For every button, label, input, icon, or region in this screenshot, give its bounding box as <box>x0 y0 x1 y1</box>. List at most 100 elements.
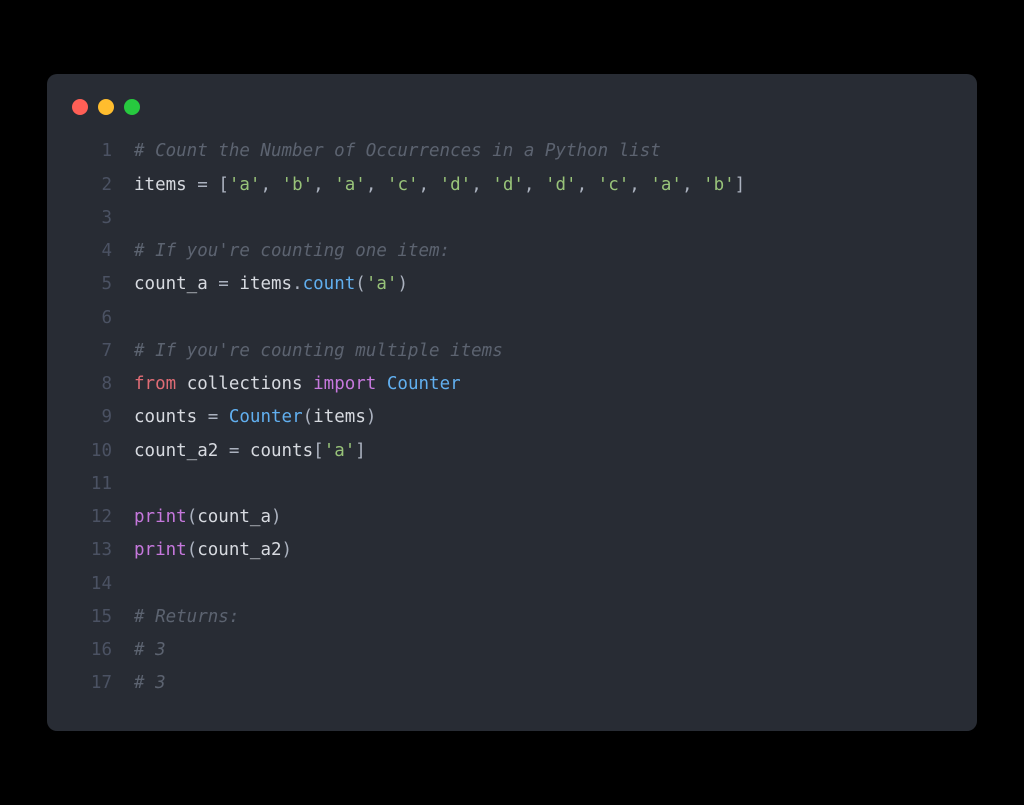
code-content[interactable]: count_a2 = counts['a'] <box>134 435 366 468</box>
token: 'b' <box>703 175 735 195</box>
token: [ <box>218 175 229 195</box>
token: count_a <box>134 274 218 294</box>
code-content[interactable]: # If you're counting one item: <box>134 235 450 268</box>
line-number: 11 <box>72 468 112 501</box>
token: 'a' <box>334 175 366 195</box>
token: 'd' <box>492 175 524 195</box>
token: 'a' <box>650 175 682 195</box>
token: = <box>218 274 229 294</box>
code-line[interactable]: 16 # 3 <box>72 634 952 667</box>
code-line[interactable]: 6 <box>72 302 952 335</box>
token: , <box>419 175 440 195</box>
close-icon[interactable] <box>72 99 88 115</box>
line-number: 3 <box>72 202 112 235</box>
token: , <box>260 175 281 195</box>
code-line[interactable]: 12 print(count_a) <box>72 501 952 534</box>
token: counts <box>134 407 208 427</box>
code-line[interactable]: 4 # If you're counting one item: <box>72 235 952 268</box>
token: count_a2 <box>197 540 281 560</box>
token: ) <box>271 507 282 527</box>
token: 'b' <box>282 175 314 195</box>
line-number: 6 <box>72 302 112 335</box>
minimize-icon[interactable] <box>98 99 114 115</box>
token: 'd' <box>440 175 472 195</box>
code-line[interactable]: 11 <box>72 468 952 501</box>
token: # 3 <box>134 673 166 693</box>
code-line[interactable]: 3 <box>72 202 952 235</box>
token: , <box>471 175 492 195</box>
code-content[interactable]: print(count_a2) <box>134 534 292 567</box>
code-line[interactable]: 1# Count the Number of Occurrences in a … <box>72 135 952 168</box>
token: , <box>629 175 650 195</box>
token: , <box>524 175 545 195</box>
token: from <box>134 374 176 394</box>
token: ) <box>397 274 408 294</box>
line-number: 17 <box>72 667 112 700</box>
code-content[interactable]: print(count_a) <box>134 501 282 534</box>
token: , <box>313 175 334 195</box>
code-line[interactable]: 9 counts = Counter(items) <box>72 401 952 434</box>
token: print <box>134 507 187 527</box>
token: items <box>134 175 197 195</box>
token: # Count the Number of Occurrences in a P… <box>134 141 661 161</box>
token: count_a <box>197 507 271 527</box>
token <box>376 374 387 394</box>
line-number: 15 <box>72 601 112 634</box>
token: count_a2 <box>134 441 229 461</box>
code-content[interactable]: from collections import Counter <box>134 368 461 401</box>
token: . <box>292 274 303 294</box>
code-line[interactable]: 10count_a2 = counts['a'] <box>72 435 952 468</box>
line-number: 16 <box>72 634 112 667</box>
maximize-icon[interactable] <box>124 99 140 115</box>
code-line[interactable]: 5 count_a = items.count('a') <box>72 268 952 301</box>
token: ) <box>366 407 377 427</box>
code-editor-window: 1# Count the Number of Occurrences in a … <box>47 74 977 730</box>
token: # If you're counting multiple items <box>134 341 503 361</box>
token: ( <box>355 274 366 294</box>
code-content[interactable] <box>134 468 145 501</box>
token: 'a' <box>324 441 356 461</box>
code-line[interactable]: 15 # Returns: <box>72 601 952 634</box>
code-line[interactable]: 2 items = ['a', 'b', 'a', 'c', 'd', 'd', … <box>72 169 952 202</box>
token: 'a' <box>229 175 261 195</box>
token <box>218 407 229 427</box>
code-content[interactable]: count_a = items.count('a') <box>134 268 408 301</box>
code-content[interactable]: # Count the Number of Occurrences in a P… <box>134 135 661 168</box>
token: ( <box>187 540 198 560</box>
code-content[interactable]: counts = Counter(items) <box>134 401 376 434</box>
line-number: 5 <box>72 268 112 301</box>
token: = <box>229 441 240 461</box>
code-content[interactable] <box>134 202 145 235</box>
code-line[interactable]: 13print(count_a2) <box>72 534 952 567</box>
token: # If you're counting one item: <box>134 241 450 261</box>
line-number: 12 <box>72 501 112 534</box>
code-line[interactable]: 7# If you're counting multiple items <box>72 335 952 368</box>
token: , <box>366 175 387 195</box>
code-content[interactable]: # 3 <box>134 667 166 700</box>
code-area[interactable]: 1# Count the Number of Occurrences in a … <box>47 135 977 700</box>
code-line[interactable]: 17 # 3 <box>72 667 952 700</box>
code-content[interactable] <box>134 302 145 335</box>
code-content[interactable] <box>134 568 145 601</box>
token: ) <box>282 540 293 560</box>
line-number: 2 <box>72 169 112 202</box>
line-number: 9 <box>72 401 112 434</box>
code-content[interactable]: # 3 <box>134 634 166 667</box>
token: Counter <box>387 374 461 394</box>
code-content[interactable]: # If you're counting multiple items <box>134 335 503 368</box>
token: 'd' <box>545 175 577 195</box>
code-line[interactable]: 14 <box>72 568 952 601</box>
token: Counter <box>229 407 303 427</box>
token: ( <box>303 407 314 427</box>
code-content[interactable]: items = ['a', 'b', 'a', 'c', 'd', 'd', '… <box>134 169 745 202</box>
code-content[interactable]: # Returns: <box>134 601 239 634</box>
token: , <box>682 175 703 195</box>
token: 'c' <box>598 175 630 195</box>
code-line[interactable]: 8from collections import Counter <box>72 368 952 401</box>
token: print <box>134 540 187 560</box>
token: # 3 <box>134 640 166 660</box>
token: items <box>229 274 292 294</box>
token: # Returns: <box>134 607 239 627</box>
line-number: 4 <box>72 235 112 268</box>
token: = <box>197 175 208 195</box>
